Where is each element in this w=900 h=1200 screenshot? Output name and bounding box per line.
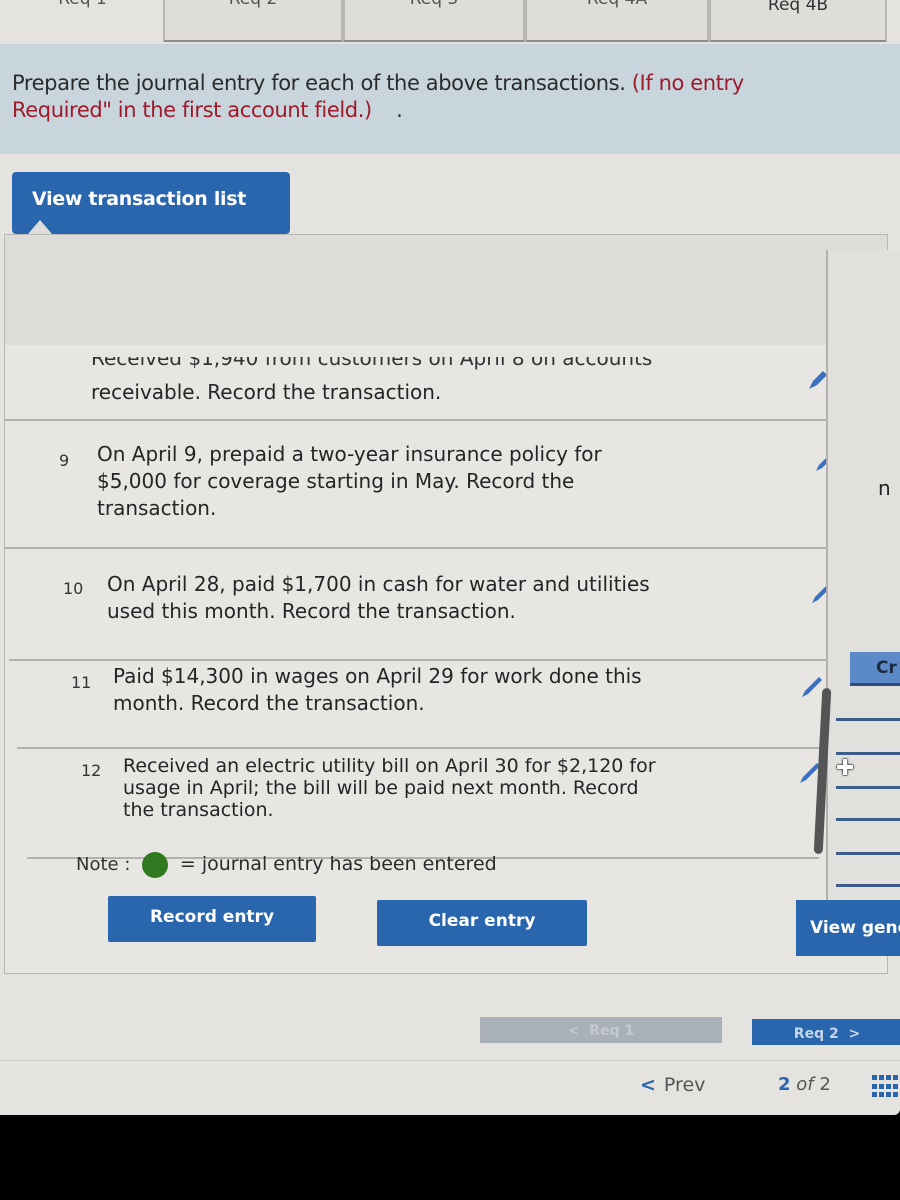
journal-row-line — [836, 852, 900, 855]
transaction-row-12[interactable]: 12 Received an electric utility bill on … — [27, 751, 820, 859]
transaction-11-text: Paid $14,300 in wages on April 29 for wo… — [113, 664, 642, 715]
transaction-number: 9 — [59, 451, 70, 470]
transaction-8-text: receivable. Record the transaction. — [91, 380, 442, 404]
record-entry-button[interactable]: Record entry — [108, 896, 316, 942]
transaction-9-text: On April 9, prepaid a two-year insurance… — [97, 442, 602, 520]
next-requirement-button[interactable]: Req 2 > — [752, 1019, 900, 1045]
view-general-journal-button[interactable]: View general journal — [796, 900, 900, 956]
instruction-note-part1: (If no entry — [631, 71, 744, 95]
transaction-number: 10 — [63, 579, 84, 598]
instruction-banner: Prepare the journal entry for each of th… — [0, 44, 900, 154]
instruction-note-part2: Required" in the first account field.) — [12, 98, 372, 122]
transaction-8-partial-line: Received $1,940 from customers on April … — [91, 357, 653, 370]
tab-req-1[interactable]: Req 1 — [0, 0, 165, 42]
transaction-row-10[interactable]: 10 On April 28, paid $1,700 in cash for … — [9, 551, 887, 661]
transaction-row-8[interactable]: Received $1,940 from customers on April … — [5, 345, 887, 421]
divider — [0, 1060, 900, 1061]
tab-req-2[interactable]: Req 2 — [163, 0, 343, 42]
legend-note: Note : = journal entry has been entered — [76, 852, 497, 878]
panel-header: X — [5, 235, 887, 345]
partial-label: n — [878, 476, 891, 500]
journal-entry-panel-partial — [826, 250, 900, 900]
instruction-main: Prepare the journal entry for each of th… — [12, 71, 626, 95]
tab-req-4b[interactable]: Req 4B — [709, 0, 887, 42]
tooltip-caret — [28, 220, 52, 234]
clear-entry-button[interactable]: Clear entry — [377, 900, 587, 946]
journal-row-line — [836, 718, 900, 721]
transaction-12-text: Received an electric utility bill on Apr… — [123, 755, 656, 821]
screen: Req 1 Req 2 Req 3 Req 4A Req 4B Prepare … — [0, 0, 900, 1115]
tab-req-3[interactable]: Req 3 — [343, 0, 525, 42]
transaction-10-text: On April 28, paid $1,700 in cash for wat… — [107, 572, 650, 623]
entered-status-dot-icon — [142, 852, 169, 878]
prev-requirement-button[interactable]: < Req 1 — [480, 1017, 722, 1043]
tab-req-4a[interactable]: Req 4A — [525, 0, 709, 42]
grid-menu-icon[interactable] — [872, 1075, 900, 1099]
journal-row-line — [836, 752, 900, 755]
transaction-row-9[interactable]: 9 On April 9, prepaid a two-year insuran… — [5, 423, 887, 549]
journal-row-line — [836, 818, 900, 821]
transaction-number: 11 — [71, 673, 92, 692]
transaction-row-11[interactable]: 11 Paid $14,300 in wages on April 29 for… — [17, 663, 827, 749]
transaction-number: 12 — [81, 761, 102, 780]
mouse-cursor-icon: ✚ — [836, 756, 855, 781]
journal-row-line — [836, 884, 900, 887]
page-indicator: 2 of 2 — [778, 1074, 831, 1095]
journal-row-line — [836, 786, 900, 789]
view-transaction-list-button[interactable]: View transaction list — [12, 172, 290, 234]
chevron-left-icon: < — [640, 1074, 656, 1096]
requirement-tabs: Req 1 Req 2 Req 3 Req 4A Req 4B — [0, 0, 900, 44]
credit-column-header: Cr — [850, 652, 900, 686]
prev-page-button[interactable]: < Prev — [640, 1074, 705, 1096]
